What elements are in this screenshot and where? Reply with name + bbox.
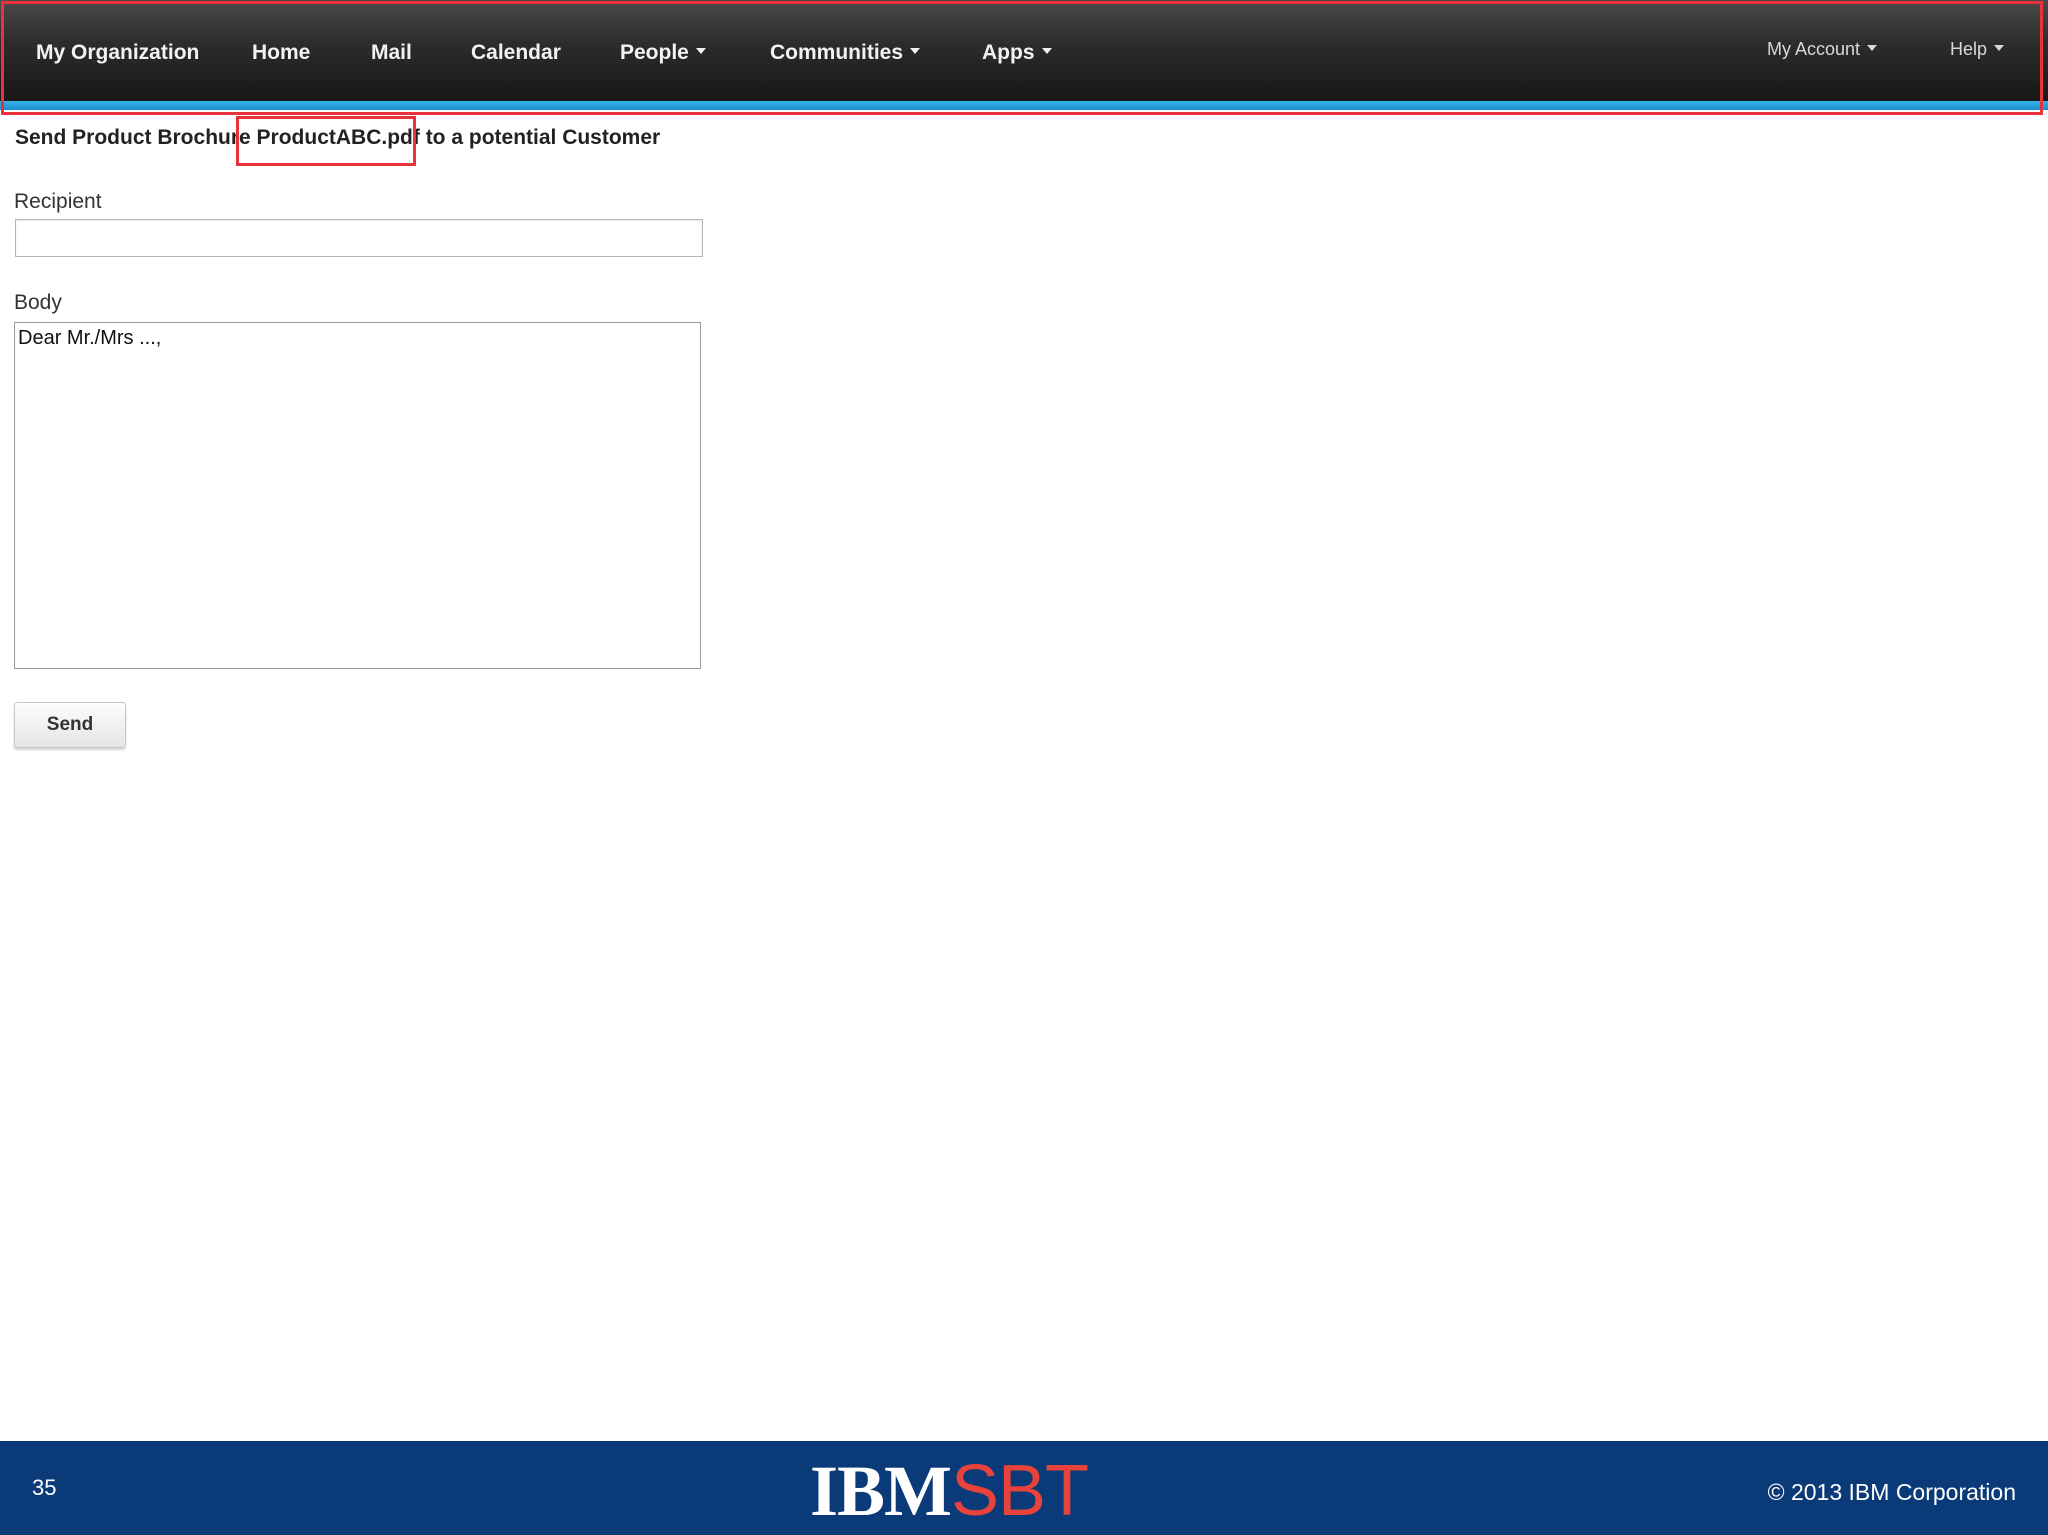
nav-my-organization[interactable]: My Organization: [36, 38, 199, 68]
slide-footer: 35 IBMSBT © 2013 IBM Corporation: [0, 1441, 2048, 1535]
logo-ibm: IBM: [810, 1451, 952, 1531]
nav-my-account[interactable]: My Account: [1767, 34, 1878, 64]
nav-people[interactable]: People: [620, 38, 706, 68]
copyright-text: © 2013 IBM Corporation: [1767, 1479, 2016, 1505]
page-number: 35: [32, 1475, 57, 1500]
nav-label: Communities: [770, 41, 904, 64]
nav-label: Mail: [371, 41, 412, 64]
chevron-down-icon: [695, 48, 706, 55]
nav-apps[interactable]: Apps: [982, 38, 1052, 68]
nav-label: My Organization: [36, 41, 200, 64]
nav-communities[interactable]: Communities: [770, 38, 921, 68]
page-title: Send Product Brochure ProductABC.pdf to …: [15, 126, 660, 150]
top-navbar: My Organization Home Mail Calendar Peopl…: [0, 0, 2048, 110]
nav-calendar[interactable]: Calendar: [471, 38, 561, 68]
recipient-label: Recipient: [14, 190, 102, 213]
nav-label: People: [620, 41, 689, 64]
nav-label: Home: [252, 41, 311, 64]
nav-mail[interactable]: Mail: [371, 38, 412, 68]
recipient-input[interactable]: [15, 219, 703, 257]
title-suffix: to a potential Customer: [419, 126, 661, 149]
nav-label: My Account: [1767, 39, 1861, 59]
ibm-sbt-logo: IBMSBT: [810, 1455, 1089, 1527]
body-textarea[interactable]: Dear Mr./Mrs ...,: [14, 322, 701, 669]
nav-accent-stripe: [0, 101, 2048, 110]
chevron-down-icon: [1041, 48, 1052, 55]
chevron-down-icon: [1994, 45, 2005, 52]
nav-label: Calendar: [471, 41, 561, 64]
body-label: Body: [14, 291, 62, 314]
nav-home[interactable]: Home: [252, 38, 310, 68]
chevron-down-icon: [910, 48, 921, 55]
nav-label: Apps: [982, 41, 1035, 64]
chevron-down-icon: [1867, 45, 1878, 52]
logo-sbt: SBT: [951, 1451, 1089, 1531]
nav-help[interactable]: Help: [1950, 34, 2005, 64]
title-prefix: Send Product Brochure: [15, 126, 257, 149]
title-filename: ProductABC.pdf: [256, 126, 420, 149]
nav-label: Help: [1950, 39, 1988, 59]
send-button[interactable]: Send: [14, 702, 126, 748]
